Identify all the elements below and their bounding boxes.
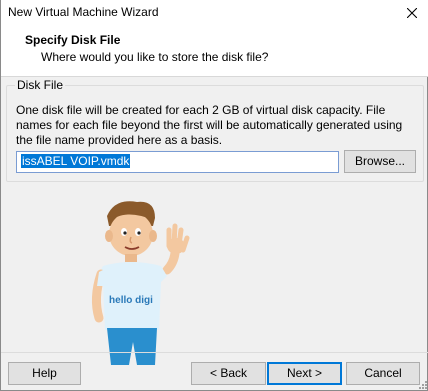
window-title: New Virtual Machine Wizard bbox=[8, 5, 159, 19]
browse-button[interactable]: Browse... bbox=[344, 150, 416, 173]
disk-file-name-input[interactable]: issABEL VOIP.vmdk bbox=[16, 151, 339, 173]
mascot-shirt-text: hello digi bbox=[109, 295, 153, 306]
close-icon bbox=[407, 8, 417, 18]
next-button[interactable]: Next > bbox=[267, 362, 342, 385]
help-button[interactable]: Help bbox=[8, 362, 81, 385]
disk-file-name-value: issABEL VOIP.vmdk bbox=[21, 154, 131, 168]
title-bar[interactable]: New Virtual Machine Wizard bbox=[1, 0, 428, 26]
mascot-figure: hello digi bbox=[91, 201, 190, 365]
cancel-button[interactable]: Cancel bbox=[346, 362, 420, 385]
page-subtitle: Where would you like to store the disk f… bbox=[41, 50, 269, 64]
back-button[interactable]: < Back bbox=[191, 362, 266, 385]
mascot-illustration: hello digi bbox=[85, 190, 205, 365]
wizard-header: Specify Disk File Where would you like t… bbox=[1, 26, 428, 77]
page-title: Specify Disk File bbox=[25, 33, 121, 47]
close-button[interactable] bbox=[395, 0, 428, 26]
disk-file-legend: Disk File bbox=[15, 78, 66, 92]
disk-file-group: Disk File One disk file will be created … bbox=[6, 78, 424, 182]
wizard-footer: Help < Back Next > Cancel bbox=[1, 352, 428, 391]
wizard-window: New Virtual Machine Wizard Specify Disk … bbox=[0, 0, 428, 391]
resize-grip-icon[interactable] bbox=[417, 379, 427, 389]
disk-file-description: One disk file will be created for each 2… bbox=[16, 103, 403, 147]
